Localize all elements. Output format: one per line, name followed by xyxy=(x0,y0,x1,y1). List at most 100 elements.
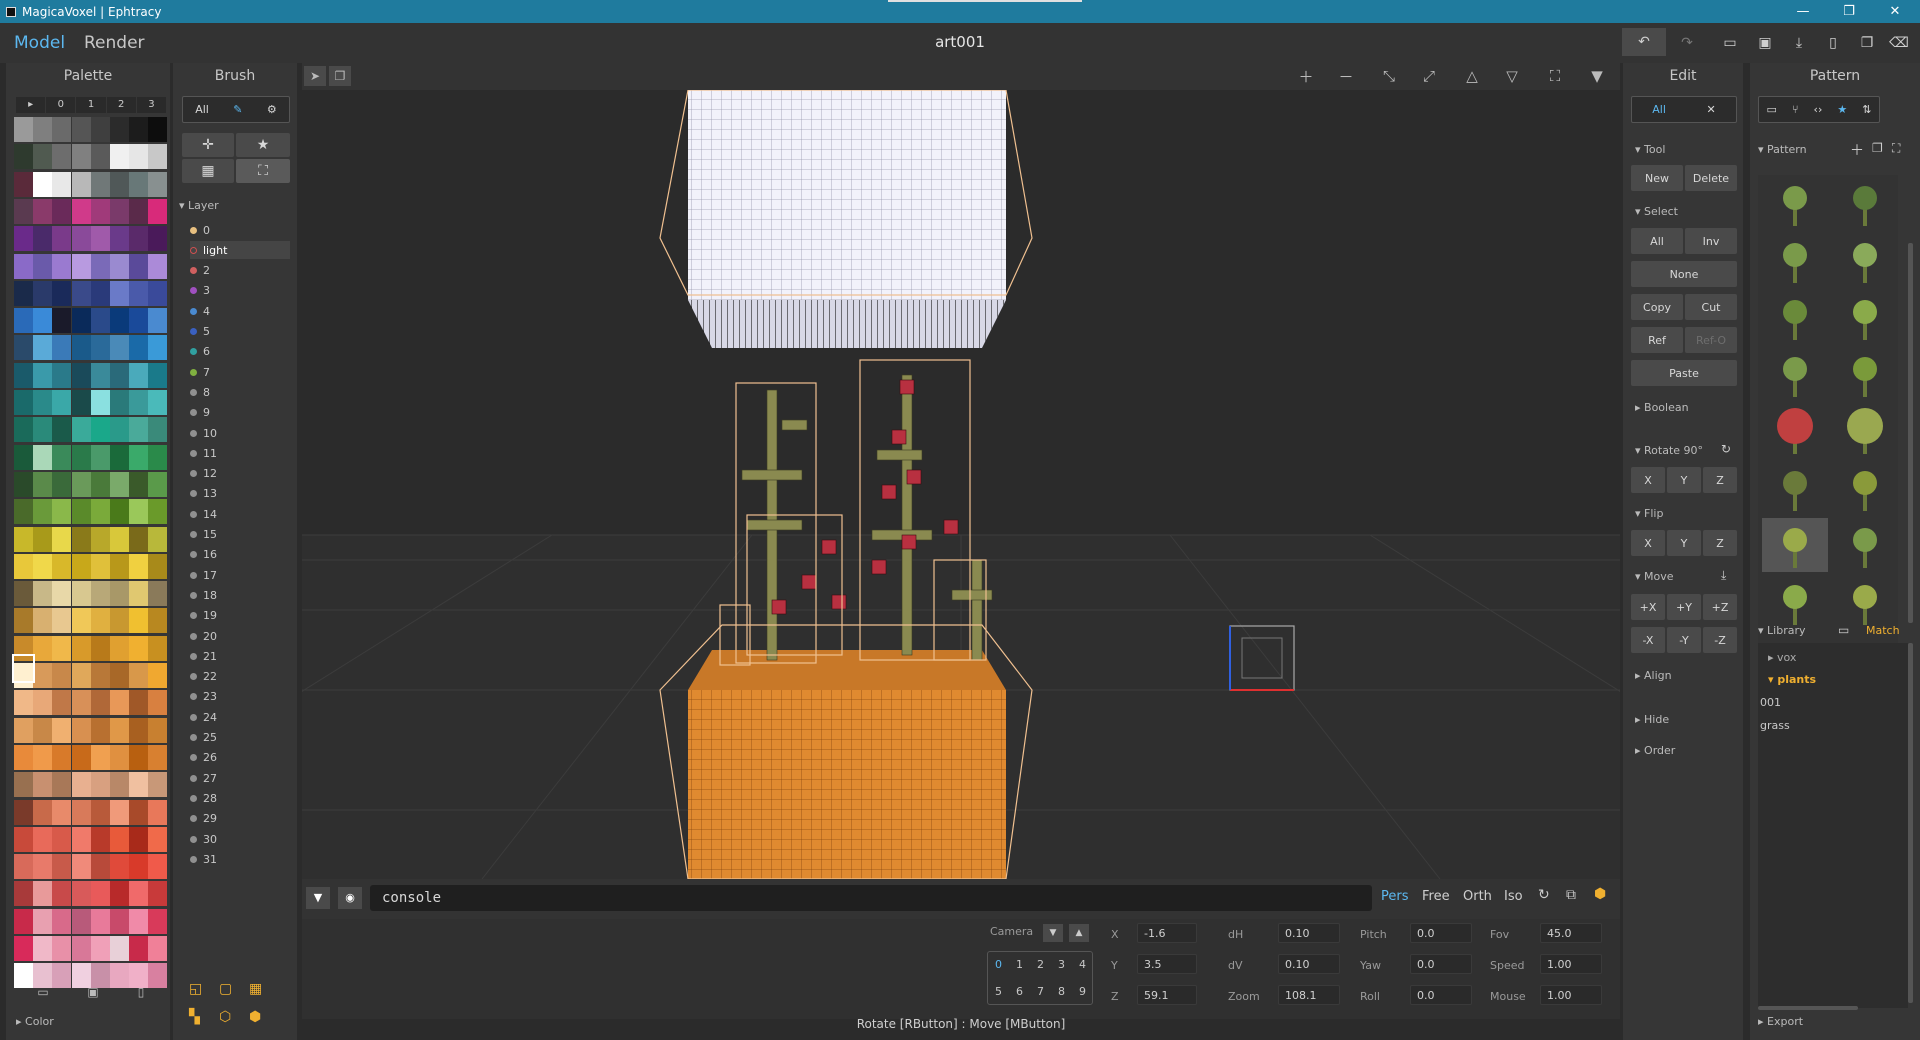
palette-swatch[interactable] xyxy=(33,471,53,497)
palette-swatch[interactable] xyxy=(14,553,33,579)
palette-swatch[interactable] xyxy=(110,471,129,497)
palette-swatch[interactable] xyxy=(90,471,110,497)
palette-swatch[interactable] xyxy=(33,936,53,961)
palette-swatch[interactable] xyxy=(14,744,33,770)
palette-file-icon[interactable]: ▯ xyxy=(126,985,156,1005)
palette-swatch[interactable] xyxy=(90,936,110,961)
palette-swatch[interactable] xyxy=(110,826,129,852)
shrink-icon[interactable]: ⤡ xyxy=(1372,63,1406,89)
palette-swatch[interactable] xyxy=(148,417,168,443)
palette-swatch[interactable] xyxy=(14,826,33,852)
palette-swatch[interactable] xyxy=(110,744,129,770)
export-section[interactable]: ▸ Export xyxy=(1758,1015,1803,1028)
layer-section[interactable]: ▾ Layer xyxy=(179,199,219,212)
palette-swatch[interactable] xyxy=(129,908,149,934)
palette-swatch[interactable] xyxy=(52,171,72,197)
palette-swatch[interactable] xyxy=(52,581,72,607)
palette-swatch[interactable] xyxy=(90,608,110,634)
palette-swatch[interactable] xyxy=(148,117,168,142)
layer-color-dot[interactable] xyxy=(190,571,197,579)
layer-color-dot[interactable] xyxy=(190,246,197,254)
layer-color-dot[interactable] xyxy=(190,449,197,457)
layer-item[interactable]: 16 xyxy=(190,546,290,564)
ref-o-button[interactable]: Ref-O xyxy=(1685,327,1737,353)
palette-swatch[interactable] xyxy=(52,608,72,634)
tool-section[interactable]: ▾ Tool xyxy=(1635,143,1665,156)
palette-swatch[interactable] xyxy=(33,417,53,443)
palette-selected-swatch[interactable] xyxy=(12,654,35,683)
palette-swatch[interactable] xyxy=(71,444,91,470)
layer-item[interactable]: 24 xyxy=(190,708,290,726)
layer-item[interactable]: light xyxy=(190,241,290,260)
palette-swatch[interactable] xyxy=(14,608,33,634)
camera-field-input[interactable]: 0.0 xyxy=(1410,923,1472,943)
palette-swatch[interactable] xyxy=(14,171,33,197)
palette-swatch[interactable] xyxy=(129,280,149,306)
palette-swatch[interactable] xyxy=(52,663,72,688)
palette-swatch[interactable] xyxy=(148,308,168,334)
palette-swatch[interactable] xyxy=(148,881,168,907)
palette-swatch[interactable] xyxy=(52,854,72,880)
pencil-icon[interactable]: ✎ xyxy=(233,103,242,116)
layer-color-dot[interactable] xyxy=(190,368,197,376)
sort-icon[interactable]: ⇅ xyxy=(1862,103,1871,116)
palette-swatch[interactable] xyxy=(129,335,149,361)
palette-swatch[interactable] xyxy=(52,308,72,334)
palette-swatch[interactable] xyxy=(71,663,91,688)
palette-swatch[interactable] xyxy=(148,826,168,852)
console-input[interactable]: console xyxy=(370,885,1372,911)
palette-swatch[interactable] xyxy=(110,171,129,197)
camera-slot[interactable]: 0 xyxy=(995,958,1002,971)
palette-swatch[interactable] xyxy=(14,117,33,142)
camera-slot[interactable]: 7 xyxy=(1037,985,1044,998)
flip-section[interactable]: ▾ Flip xyxy=(1635,507,1663,520)
brush-icon-3[interactable]: ▦ xyxy=(249,981,262,997)
palette-swatch[interactable] xyxy=(90,635,110,661)
palette-swatch[interactable] xyxy=(110,117,129,142)
layer-item[interactable]: 25 xyxy=(190,729,290,747)
palette-swatch[interactable] xyxy=(129,417,149,443)
layer-color-dot[interactable] xyxy=(190,328,197,335)
palette-swatch[interactable] xyxy=(52,390,72,415)
palette-swatch[interactable] xyxy=(14,799,33,825)
layer-item[interactable]: 9 xyxy=(190,404,290,422)
palette-swatch[interactable] xyxy=(110,663,129,688)
palette-swatch[interactable] xyxy=(71,499,91,525)
palette-swatch[interactable] xyxy=(129,444,149,470)
palette-swatch[interactable] xyxy=(14,144,33,170)
palette-swatch[interactable] xyxy=(129,635,149,661)
palette-swatch[interactable] xyxy=(71,908,91,934)
palette-swatch[interactable] xyxy=(129,308,149,334)
trash-icon[interactable]: ⌫ xyxy=(1884,29,1914,57)
camera-icon[interactable]: ◉ xyxy=(338,887,362,909)
brush-icon-4[interactable]: ▚ xyxy=(189,1009,200,1025)
new-file-icon[interactable]: ▯ xyxy=(1818,29,1848,57)
palette-swatch[interactable] xyxy=(33,144,53,170)
palette-swatch[interactable] xyxy=(52,826,72,852)
palette-swatch[interactable] xyxy=(148,608,168,634)
rotate-section[interactable]: ▾ Rotate 90° xyxy=(1635,444,1703,457)
palette-swatch[interactable] xyxy=(148,553,168,579)
pattern-thumbnail[interactable] xyxy=(1832,233,1898,287)
palette-swatch[interactable] xyxy=(110,553,129,579)
paste-button[interactable]: Paste xyxy=(1631,360,1737,386)
palette-swatch[interactable] xyxy=(33,444,53,470)
restore-button[interactable]: ❐ xyxy=(1826,0,1872,23)
palette-swatch[interactable] xyxy=(14,908,33,934)
layer-color-dot[interactable] xyxy=(190,307,197,315)
layer-item[interactable]: 11 xyxy=(190,444,290,462)
palette-swatch[interactable] xyxy=(129,717,149,743)
palette-swatch[interactable] xyxy=(52,717,72,743)
layer-item[interactable]: 23 xyxy=(190,688,290,706)
palette-swatch[interactable] xyxy=(33,608,53,634)
palette-swatch[interactable] xyxy=(129,198,149,224)
pattern-thumbnail[interactable] xyxy=(1762,347,1828,401)
layer-item[interactable]: 29 xyxy=(190,810,290,828)
palette-swatch[interactable] xyxy=(33,253,53,279)
hide-section[interactable]: ▸ Hide xyxy=(1635,713,1669,726)
cut-button[interactable]: Cut xyxy=(1685,294,1737,320)
layer-item[interactable]: 12 xyxy=(190,465,290,483)
brush-icon-2[interactable]: ▢ xyxy=(219,981,232,997)
palette-swatch[interactable] xyxy=(129,117,149,142)
palette-swatch[interactable] xyxy=(148,444,168,470)
